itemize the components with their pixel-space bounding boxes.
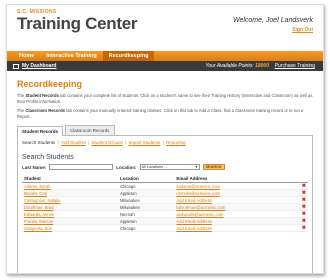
table-row: Franke, Marcus Appleton Add Email Addres… — [22, 217, 308, 226]
student-name[interactable]: Edwards, Aimee — [22, 210, 119, 219]
column-header-email[interactable]: Email Address — [174, 175, 300, 184]
location-label: Location: — [116, 164, 137, 170]
intro-paragraph-1: The Student Records tab contains your co… — [17, 93, 313, 104]
app-window: S.C. MISSIONS Training Center Welcome, J… — [6, 4, 324, 274]
last-name-input[interactable] — [49, 164, 114, 171]
location-select[interactable]: All Locations -- — [139, 164, 200, 171]
table-row: Adams, Sarah Chicago sadams@acmeinc.com … — [22, 182, 308, 191]
student-location: Chicago — [118, 182, 175, 191]
search-button[interactable]: SEARCH — [202, 164, 225, 171]
main-content: Recordkeeping The Student Records tab co… — [7, 71, 323, 273]
student-location: Appleton — [118, 189, 175, 198]
nav-home[interactable]: Home — [13, 51, 40, 61]
delete-icon[interactable]: ✖ — [299, 189, 308, 198]
student-name[interactable]: Adams, Sarah — [22, 182, 119, 191]
student-name[interactable]: Dourfman, Brad — [22, 203, 119, 212]
student-name[interactable]: Castagnoio, Natalie — [22, 196, 119, 205]
dashboard-link[interactable]: My Dashboard — [13, 63, 56, 69]
student-name[interactable]: Brooks, Carl — [22, 189, 119, 198]
purchase-training-link[interactable]: Purchase Training — [275, 63, 315, 69]
student-email[interactable]: aedwards@acmeinc.com — [174, 210, 300, 219]
logo-title: Training Center — [17, 14, 138, 33]
delete-icon[interactable]: ✖ — [299, 196, 308, 205]
sub-bar: My Dashboard Your Available Points: 1800… — [7, 61, 323, 71]
student-email[interactable]: cbrooks@acmeinc.com — [174, 189, 300, 198]
student-records-panel: Search Students | Add Student | Student … — [17, 136, 313, 273]
last-name-label: Last Name: — [22, 164, 47, 170]
nav-interactive-training[interactable]: Interactive Training — [40, 51, 102, 61]
import-students-link[interactable]: Import Students — [129, 140, 161, 145]
column-header-student[interactable]: Student — [22, 175, 119, 184]
student-location: Milwaukee — [118, 203, 175, 212]
intro-paragraph-2: The Classroom Records tab contains your … — [17, 108, 313, 119]
student-location: Chicago — [118, 224, 175, 233]
dashboard-label: My Dashboard — [22, 63, 57, 69]
available-points: Your Available Points: 18000 — [205, 63, 269, 69]
monitor-icon — [13, 63, 19, 69]
table-row: Gangeola, Sue Chicago Add Email Address … — [22, 224, 308, 233]
student-name[interactable]: Franke, Marcus — [22, 217, 119, 226]
tab-student-records[interactable]: Student Records — [17, 126, 64, 137]
logo[interactable]: S.C. MISSIONS Training Center — [17, 9, 137, 33]
sign-out-link[interactable]: Sign Out — [292, 27, 313, 33]
search-heading: Search Students — [22, 154, 74, 162]
table-header-row: Student Location Email Address — [22, 175, 308, 184]
column-header-location[interactable]: Location — [118, 175, 175, 184]
nav-recordkeeping[interactable]: Recordkeeping — [102, 51, 155, 61]
welcome-message: Welcome, Joel Landsverk — [232, 17, 313, 24]
delete-icon[interactable]: ✖ — [299, 182, 308, 191]
reporting-link[interactable]: Reporting — [166, 140, 186, 145]
table-row: Edwards, Aimee Neenah aedwards@acmeinc.c… — [22, 210, 308, 219]
student-action-links: Search Students | Add Student | Student … — [22, 140, 186, 146]
student-email[interactable]: sadams@acmeinc.com — [174, 182, 300, 191]
student-email[interactable]: Add Email Address — [174, 224, 300, 233]
search-form: Last Name: Location: All Locations -- SE… — [22, 164, 308, 171]
delete-icon[interactable]: ✖ — [299, 224, 308, 233]
para1-bold: Student Records — [25, 93, 59, 98]
para2-bold: Classroom Records — [25, 108, 65, 114]
points-label: Your Available Points: — [205, 63, 254, 69]
table-row: Dourfman, Brad Milwaukee bdourfman@acmei… — [22, 203, 308, 212]
page-title: Recordkeeping — [17, 79, 83, 89]
main-nav: Home Interactive Training Recordkeeping — [7, 51, 323, 61]
student-location: Appleton — [118, 217, 175, 226]
search-students-label: Search Students — [22, 140, 56, 146]
student-email[interactable]: bdourfman@acmeinc.com — [174, 203, 300, 212]
para1-text: tab contains your complete list of stude… — [17, 93, 313, 104]
delete-icon[interactable]: ✖ — [299, 210, 308, 219]
header: S.C. MISSIONS Training Center Welcome, J… — [7, 5, 323, 51]
add-student-link[interactable]: Add Student — [61, 140, 86, 145]
column-header-delete — [299, 175, 308, 184]
student-location: Neenah — [118, 210, 175, 219]
student-email[interactable]: Add Email Address — [174, 196, 300, 205]
records-tabs: Student Records Classroom Records — [17, 125, 313, 137]
tab-classroom-records[interactable]: Classroom Records — [65, 125, 115, 136]
student-name[interactable]: Gangeola, Sue — [22, 224, 119, 233]
delete-icon[interactable]: ✖ — [299, 217, 308, 226]
student-groups-link[interactable]: Student Groups — [91, 140, 123, 145]
delete-icon[interactable]: ✖ — [299, 203, 308, 212]
student-location: Milwaukee — [118, 196, 175, 205]
table-row: Brooks, Carl Appleton cbrooks@acmeinc.co… — [22, 189, 308, 198]
table-row: Castagnoio, Natalie Milwaukee Add Email … — [22, 196, 308, 205]
points-value: 18000 — [255, 63, 269, 69]
student-email[interactable]: Add Email Address — [174, 217, 300, 226]
students-table: Student Location Email Address Adams, Sa… — [22, 175, 308, 233]
